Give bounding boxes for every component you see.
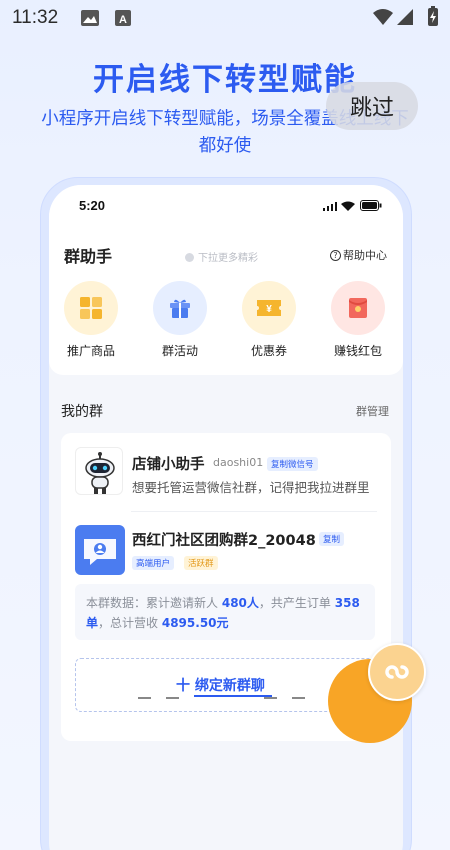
skip-button[interactable]: 跳过 xyxy=(326,82,418,130)
stats-prefix: 本群数据：累计邀请新人 xyxy=(86,596,219,610)
stats-invites: 480人 xyxy=(221,596,259,610)
robot-icon xyxy=(85,452,115,494)
quick-action-circle xyxy=(64,281,118,335)
phone-status-time: 5:20 xyxy=(79,198,106,213)
phone-battery-icon xyxy=(360,200,382,211)
image-notification-icon xyxy=(81,10,99,26)
stats-mid: ，共产生订单 xyxy=(258,596,331,610)
help-center-link[interactable]: ? 帮助中心 xyxy=(330,247,387,263)
status-time: 11:32 xyxy=(12,7,59,28)
group-stats: 本群数据：累计邀请新人 480人，共产生订单 358单，总计营收 4895.50… xyxy=(75,584,375,640)
grid-product-icon xyxy=(80,297,102,319)
stats-revenue: 4895.50元 xyxy=(161,616,229,630)
svg-text:¥: ¥ xyxy=(266,304,272,315)
robot-avatar xyxy=(75,447,123,495)
help-center-label: 帮助中心 xyxy=(343,249,387,262)
copy-wechat-id-button[interactable]: 复制微信号 xyxy=(267,457,318,471)
phone-status-bar: 5:20 xyxy=(49,185,403,229)
group-tag: 高端用户 xyxy=(132,556,175,570)
quick-action-label: 推广商品 xyxy=(66,344,115,358)
quick-action-circle: ¥ xyxy=(242,281,296,335)
mini-program-icon xyxy=(385,665,409,679)
wechat-id: daoshi01 xyxy=(213,456,264,469)
group-name: 西红门社区团购群2_20048 xyxy=(132,533,316,549)
copy-group-button[interactable]: 复制 xyxy=(319,532,345,546)
group-avatar xyxy=(75,525,125,575)
my-groups-title: 我的群 xyxy=(61,404,103,420)
pull-hint: 下拉更多精彩 xyxy=(185,249,258,264)
bind-new-group-label: 十 绑定新群聊 xyxy=(176,678,265,694)
divider xyxy=(131,511,377,512)
phone-screen: 5:20 群助手 下拉更多精彩 ? 帮助中心 推广商品 群活动 ¥ 优惠券 赚钱… xyxy=(49,185,403,850)
quick-action-circle xyxy=(153,281,207,335)
quick-action-red-envelope[interactable]: 赚钱红包 xyxy=(323,281,393,359)
group-name: 店铺小助手 xyxy=(132,457,205,473)
group-manage-link[interactable]: 群管理 xyxy=(356,403,389,419)
wifi-icon xyxy=(373,9,393,25)
stats-mid2: ，总计营收 xyxy=(98,616,159,630)
question-icon: ? xyxy=(330,249,341,261)
quick-action-label: 群活动 xyxy=(161,344,198,358)
loading-dot-icon xyxy=(185,253,194,262)
red-envelope-icon xyxy=(349,298,367,318)
coupon-icon: ¥ xyxy=(257,300,281,316)
group-tag: 活跃群 xyxy=(184,556,218,570)
header-card: 群助手 下拉更多精彩 ? 帮助中心 推广商品 群活动 ¥ 优惠券 赚钱红包 xyxy=(49,229,403,375)
dash-mark xyxy=(292,697,305,699)
gift-icon xyxy=(170,299,190,318)
battery-icon xyxy=(428,6,438,26)
app-name: 群助手 xyxy=(64,247,113,266)
pull-hint-text: 下拉更多精彩 xyxy=(198,253,258,264)
dash-mark xyxy=(138,697,151,699)
font-notification-icon: A xyxy=(115,10,131,26)
status-bar: 11:32 A xyxy=(0,0,450,36)
quick-action-circle xyxy=(331,281,385,335)
quick-action-label: 赚钱红包 xyxy=(333,344,382,358)
svg-text:A: A xyxy=(119,14,127,26)
quick-action-coupon[interactable]: ¥ 优惠券 xyxy=(234,281,304,359)
assistant-description: 想要托管运营微信社群，记得把我拉进群里 xyxy=(132,480,370,495)
phone-signal-icon xyxy=(323,202,337,211)
quick-action-group-activity[interactable]: 群活动 xyxy=(145,281,215,359)
highlight-underline xyxy=(194,695,272,697)
quick-action-label: 优惠券 xyxy=(250,344,287,358)
mini-program-button[interactable] xyxy=(368,643,426,701)
chat-group-icon xyxy=(84,539,116,565)
signal-icon xyxy=(397,9,413,25)
quick-action-promote[interactable]: 推广商品 xyxy=(56,281,126,359)
dash-mark xyxy=(166,697,179,699)
dash-mark xyxy=(264,697,277,699)
phone-wifi-icon xyxy=(341,201,355,211)
